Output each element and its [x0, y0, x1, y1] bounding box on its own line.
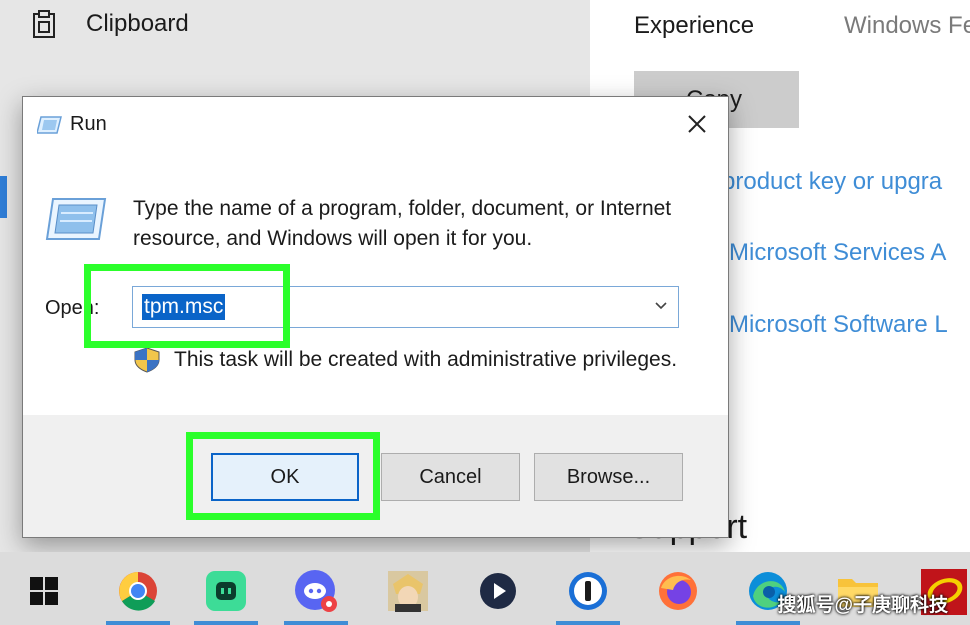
highlight-open-field [84, 264, 290, 348]
watermark: 搜狐号@子庚聊科技 [777, 595, 948, 616]
game-character-icon [388, 571, 428, 612]
active-indicator [556, 621, 620, 625]
nav-selection-indicator [0, 176, 7, 218]
browse-button[interactable]: Browse... [534, 453, 683, 501]
uac-shield-icon [134, 347, 160, 373]
active-indicator [194, 621, 258, 625]
active-indicator [284, 621, 348, 625]
tab-windows-features[interactable]: Windows Fe [844, 12, 970, 40]
run-program-icon [45, 198, 107, 240]
windows-start-icon [30, 577, 58, 605]
clipboard-icon [33, 10, 55, 38]
taskbar-item-remote-app[interactable] [194, 557, 258, 625]
taskbar-item-chrome[interactable] [106, 557, 170, 625]
dialog-description: Type the name of a program, folder, docu… [133, 197, 672, 250]
taskbar-item-game[interactable] [376, 557, 440, 625]
dialog-title: Run [70, 113, 107, 135]
taskbar-item-password-manager[interactable] [556, 557, 620, 625]
cancel-button[interactable]: Cancel [381, 453, 520, 501]
run-icon [37, 116, 62, 134]
microsoft-software-link[interactable]: e Microsoft Software L [709, 311, 948, 339]
microsoft-services-link[interactable]: e Microsoft Services A [709, 239, 946, 267]
active-indicator [106, 621, 170, 625]
remote-app-icon [206, 571, 246, 611]
taskbar-item-media-player[interactable] [466, 557, 530, 625]
clipboard-label: Clipboard [86, 10, 189, 37]
firefox-icon [659, 572, 697, 610]
highlight-ok-button [186, 432, 380, 520]
active-indicator [736, 621, 800, 625]
clipboard-row[interactable]: Clipboard [30, 6, 189, 42]
discord-icon [295, 570, 337, 612]
close-icon [688, 115, 706, 133]
chrome-icon [119, 572, 157, 611]
taskbar-item-discord[interactable] [284, 557, 348, 625]
start-button[interactable] [12, 557, 76, 625]
password-manager-icon [569, 572, 607, 610]
media-player-icon [480, 573, 516, 609]
close-button[interactable] [675, 105, 719, 143]
chevron-down-icon[interactable] [654, 299, 668, 313]
taskbar-item-firefox[interactable] [646, 557, 710, 625]
product-key-link[interactable]: product key or upgra [722, 168, 942, 196]
tab-experience[interactable]: Experience [634, 12, 754, 40]
admin-privileges-note: This task will be created with administr… [174, 348, 678, 371]
